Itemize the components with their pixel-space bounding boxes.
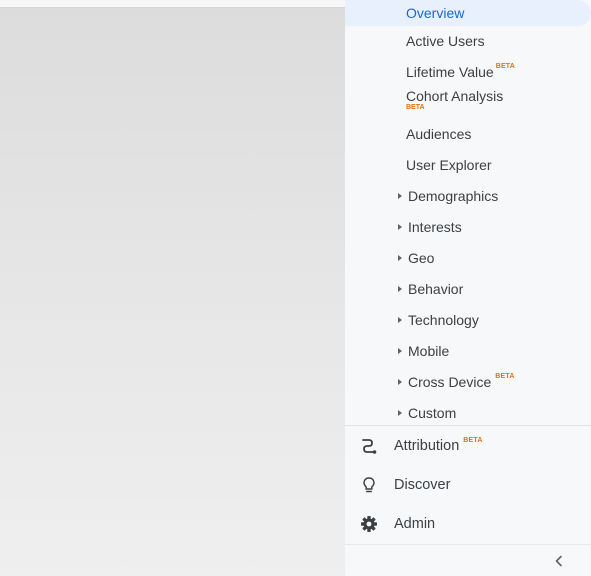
sidebar-item-mobile[interactable]: Mobile xyxy=(345,340,591,362)
sidebar-item-label: Admin xyxy=(394,516,436,532)
lightbulb-icon xyxy=(359,475,379,495)
page-backdrop xyxy=(0,0,345,576)
beta-badge: BETA xyxy=(406,104,425,111)
sidebar-item-demographics[interactable]: Demographics xyxy=(345,185,591,207)
sidebar-item-audiences[interactable]: Audiences xyxy=(345,123,591,145)
sidebar-item-label: Cross Device xyxy=(408,374,492,390)
sidebar-item-label: Overview xyxy=(406,5,465,21)
caret-right-icon xyxy=(398,255,402,261)
sidebar-item-label: Mobile xyxy=(408,343,450,359)
sidebar-item-label: Cohort Analysis xyxy=(406,88,504,104)
chevron-left-icon xyxy=(554,554,564,570)
gear-icon xyxy=(359,514,379,534)
caret-right-icon xyxy=(398,224,402,230)
collapse-sidebar-button[interactable] xyxy=(551,554,567,570)
sidebar-item-interests[interactable]: Interests xyxy=(345,216,591,238)
sidebar-item-custom[interactable]: Custom xyxy=(345,402,591,424)
sidebar-item-overview[interactable]: Overview xyxy=(345,0,591,26)
beta-badge: BETA xyxy=(495,372,515,380)
sidebar-item-behavior[interactable]: Behavior xyxy=(345,278,591,300)
sidebar-item-label: Behavior xyxy=(408,281,464,297)
sidebar-item-active-users[interactable]: Active Users xyxy=(345,30,591,52)
sidebar-item-label: Custom xyxy=(408,405,457,421)
sidebar-item-label: Geo xyxy=(408,250,435,266)
caret-right-icon xyxy=(398,286,402,292)
sidebar-item-cross-device[interactable]: Cross Device BETA xyxy=(345,371,591,393)
caret-right-icon xyxy=(398,348,402,354)
beta-badge: BETA xyxy=(495,62,516,70)
sidebar-item-label: Discover xyxy=(394,477,451,493)
attribution-icon xyxy=(359,436,379,456)
sidebar-item-label: Interests xyxy=(408,219,462,235)
sidebar-footer xyxy=(345,544,591,576)
caret-right-icon xyxy=(398,379,402,385)
sidebar-item-user-explorer[interactable]: User Explorer xyxy=(345,154,591,176)
sidebar-item-label: Demographics xyxy=(408,188,499,204)
sidebar-item-label: Active Users xyxy=(406,33,485,49)
caret-right-icon xyxy=(398,317,402,323)
sidebar-item-label: Lifetime Value xyxy=(406,64,494,80)
beta-badge: BETA xyxy=(463,436,483,444)
sidebar-item-cohort-analysis[interactable]: Cohort Analysis BETA xyxy=(345,88,591,118)
sidebar-nav: Overview Active Users Lifetime Value BET… xyxy=(345,0,591,576)
sidebar-item-attribution[interactable]: Attribution BETA xyxy=(345,433,591,459)
sidebar-item-label: Audiences xyxy=(406,126,472,142)
sidebar-item-label: User Explorer xyxy=(406,157,492,173)
sidebar-item-discover[interactable]: Discover xyxy=(345,472,591,498)
sidebar-item-lifetime-value[interactable]: Lifetime Value BETA xyxy=(345,61,591,83)
caret-right-icon xyxy=(398,193,402,199)
caret-right-icon xyxy=(398,410,402,416)
top-strip xyxy=(0,0,345,8)
sidebar-item-geo[interactable]: Geo xyxy=(345,247,591,269)
sidebar-item-admin[interactable]: Admin xyxy=(345,511,591,537)
sidebar-item-label: Attribution xyxy=(394,438,460,454)
sidebar-item-label: Technology xyxy=(408,312,479,328)
sidebar-item-technology[interactable]: Technology xyxy=(345,309,591,331)
section-divider xyxy=(345,425,591,426)
